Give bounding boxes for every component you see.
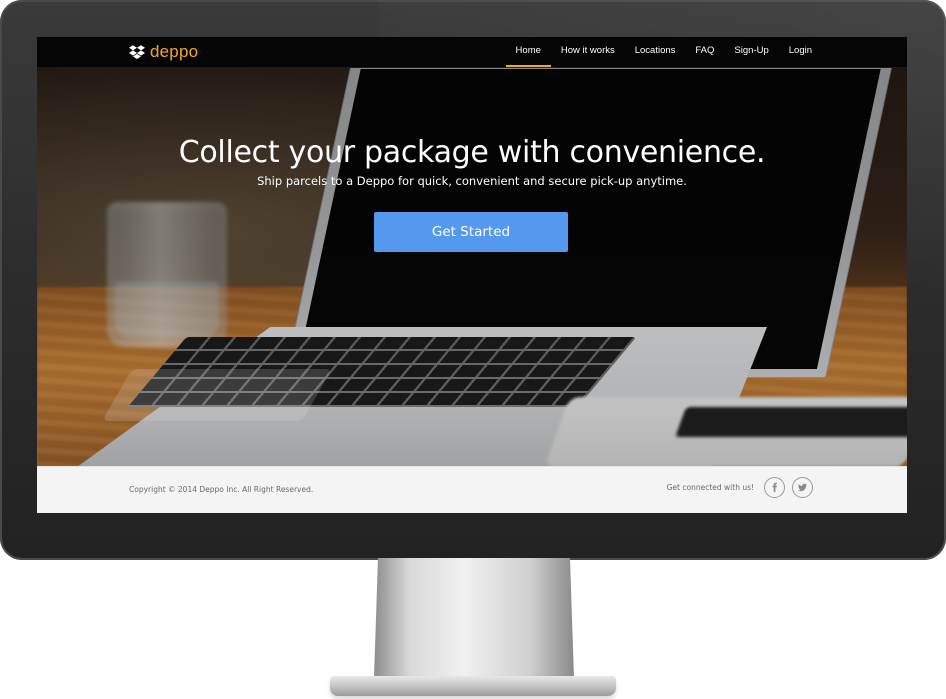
dropbox-icon — [129, 45, 145, 59]
nav-faq[interactable]: FAQ — [685, 37, 724, 67]
nav-login[interactable]: Login — [779, 37, 822, 67]
navbar: deppo Home How it works Locations FAQ Si… — [37, 37, 907, 68]
social-label: Get connected with us! — [666, 483, 754, 492]
screen: deppo Home How it works Locations FAQ Si… — [37, 37, 907, 513]
nav-locations[interactable]: Locations — [625, 37, 686, 67]
twitter-icon — [797, 483, 808, 492]
facebook-icon — [772, 482, 777, 493]
get-started-button[interactable]: Get Started — [374, 212, 568, 252]
nav-sign-up[interactable]: Sign-Up — [724, 37, 778, 67]
monitor-stand-base — [330, 676, 616, 696]
facebook-button[interactable] — [764, 477, 785, 498]
nav-how-it-works[interactable]: How it works — [551, 37, 625, 67]
brand-name: deppo — [150, 42, 199, 61]
footer: Copyright © 2014 Deppo Inc. All Right Re… — [37, 466, 907, 513]
nav-home[interactable]: Home — [505, 37, 551, 67]
hero-subtitle: Ship parcels to a Deppo for quick, conve… — [257, 174, 687, 188]
hero-content: Collect your package with convenience. S… — [37, 135, 907, 188]
hero-title: Collect your package with convenience. — [178, 135, 766, 170]
brand-logo[interactable]: deppo — [129, 42, 198, 62]
copyright-text: Copyright © 2014 Deppo Inc. All Right Re… — [129, 485, 314, 494]
main-nav: Home How it works Locations FAQ Sign-Up … — [505, 37, 822, 67]
social-links: Get connected with us! — [667, 477, 813, 498]
twitter-button[interactable] — [792, 477, 813, 498]
monitor-stand — [374, 558, 574, 678]
